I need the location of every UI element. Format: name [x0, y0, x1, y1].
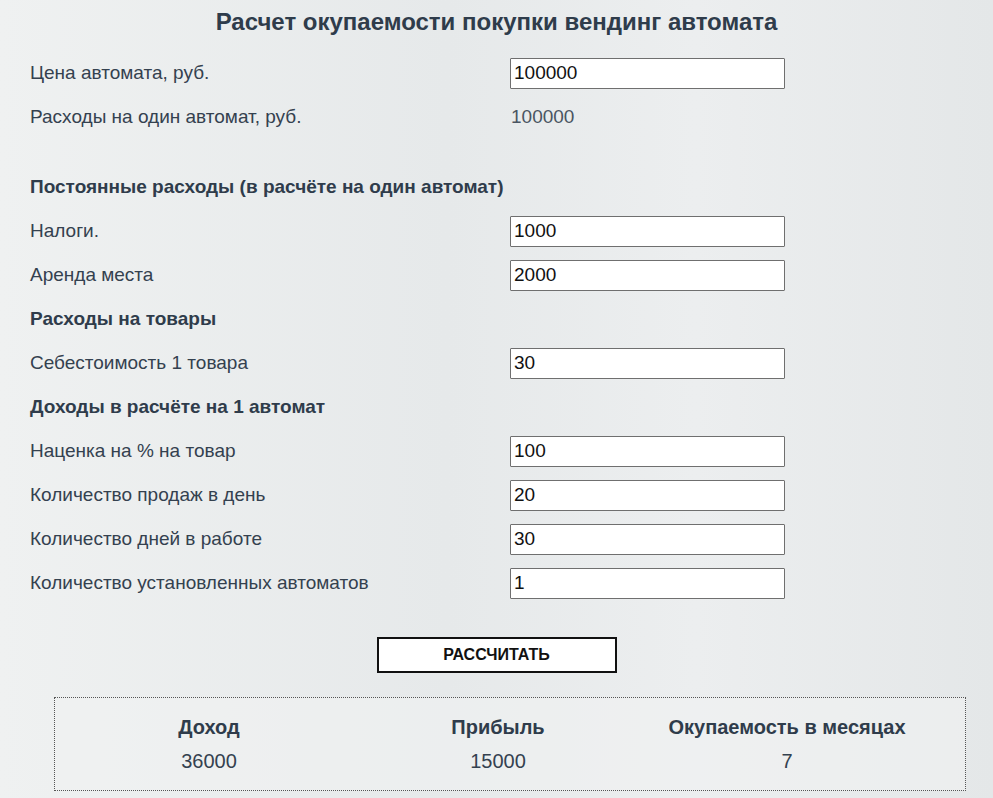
- field-value: 100000: [510, 106, 785, 128]
- button-wrap: РАССЧИТАТЬ: [0, 637, 993, 673]
- section-heading: Доходы в расчёте на 1 автомат: [30, 385, 993, 429]
- result-column: Доход 36000: [55, 712, 363, 776]
- page-title: Расчет окупаемости покупки вендинг автом…: [0, 6, 993, 38]
- field-input[interactable]: [510, 436, 785, 467]
- field-label: Себестоимость 1 товара: [30, 351, 510, 375]
- field-label: Цена автомата, руб.: [30, 61, 510, 85]
- field-label: Количество установленных автоматов: [30, 571, 510, 595]
- calculator-page: Расчет окупаемости покупки вендинг автом…: [0, 0, 993, 798]
- form-row: Количество дней в работе: [30, 517, 993, 561]
- form-row: Расходы на один автомат, руб. 100000: [30, 95, 993, 139]
- form-row: Налоги.: [30, 209, 993, 253]
- results-box: Доход 36000Прибыль 15000Окупаемость в ме…: [54, 697, 966, 791]
- field-label: Налоги.: [30, 219, 510, 243]
- result-value: 15000: [363, 746, 633, 776]
- form-row: Цена автомата, руб.: [30, 51, 993, 95]
- result-column: Прибыль 15000: [363, 712, 633, 776]
- field-label: Аренда места: [30, 263, 510, 287]
- section-heading: Постоянные расходы (в расчёте на один ав…: [30, 165, 993, 209]
- form-row: Количество продаж в день: [30, 473, 993, 517]
- field-label: Расходы на один автомат, руб.: [30, 105, 510, 129]
- result-value: 36000: [55, 746, 363, 776]
- field-label: Количество дней в работе: [30, 527, 510, 551]
- result-label: Прибыль: [363, 712, 633, 742]
- form-row: Себестоимость 1 товара: [30, 341, 993, 385]
- section-heading: Расходы на товары: [30, 297, 993, 341]
- result-column: Окупаемость в месяцах 7: [633, 712, 941, 776]
- form-row: Наценка на % на товар: [30, 429, 993, 473]
- field-input[interactable]: [510, 480, 785, 511]
- result-label: Окупаемость в месяцах: [633, 712, 941, 742]
- result-value: 7: [633, 746, 941, 776]
- field-input[interactable]: [510, 524, 785, 555]
- calc-form: Цена автомата, руб. Расходы на один авто…: [0, 51, 993, 605]
- field-input[interactable]: [510, 58, 785, 89]
- form-row: Аренда места: [30, 253, 993, 297]
- field-input[interactable]: [510, 260, 785, 291]
- field-input[interactable]: [510, 348, 785, 379]
- field-input[interactable]: [510, 216, 785, 247]
- form-row: Количество установленных автоматов: [30, 561, 993, 605]
- field-label: Количество продаж в день: [30, 483, 510, 507]
- field-input[interactable]: [510, 568, 785, 599]
- result-label: Доход: [55, 712, 363, 742]
- calculate-button[interactable]: РАССЧИТАТЬ: [377, 637, 617, 673]
- field-label: Наценка на % на товар: [30, 439, 510, 463]
